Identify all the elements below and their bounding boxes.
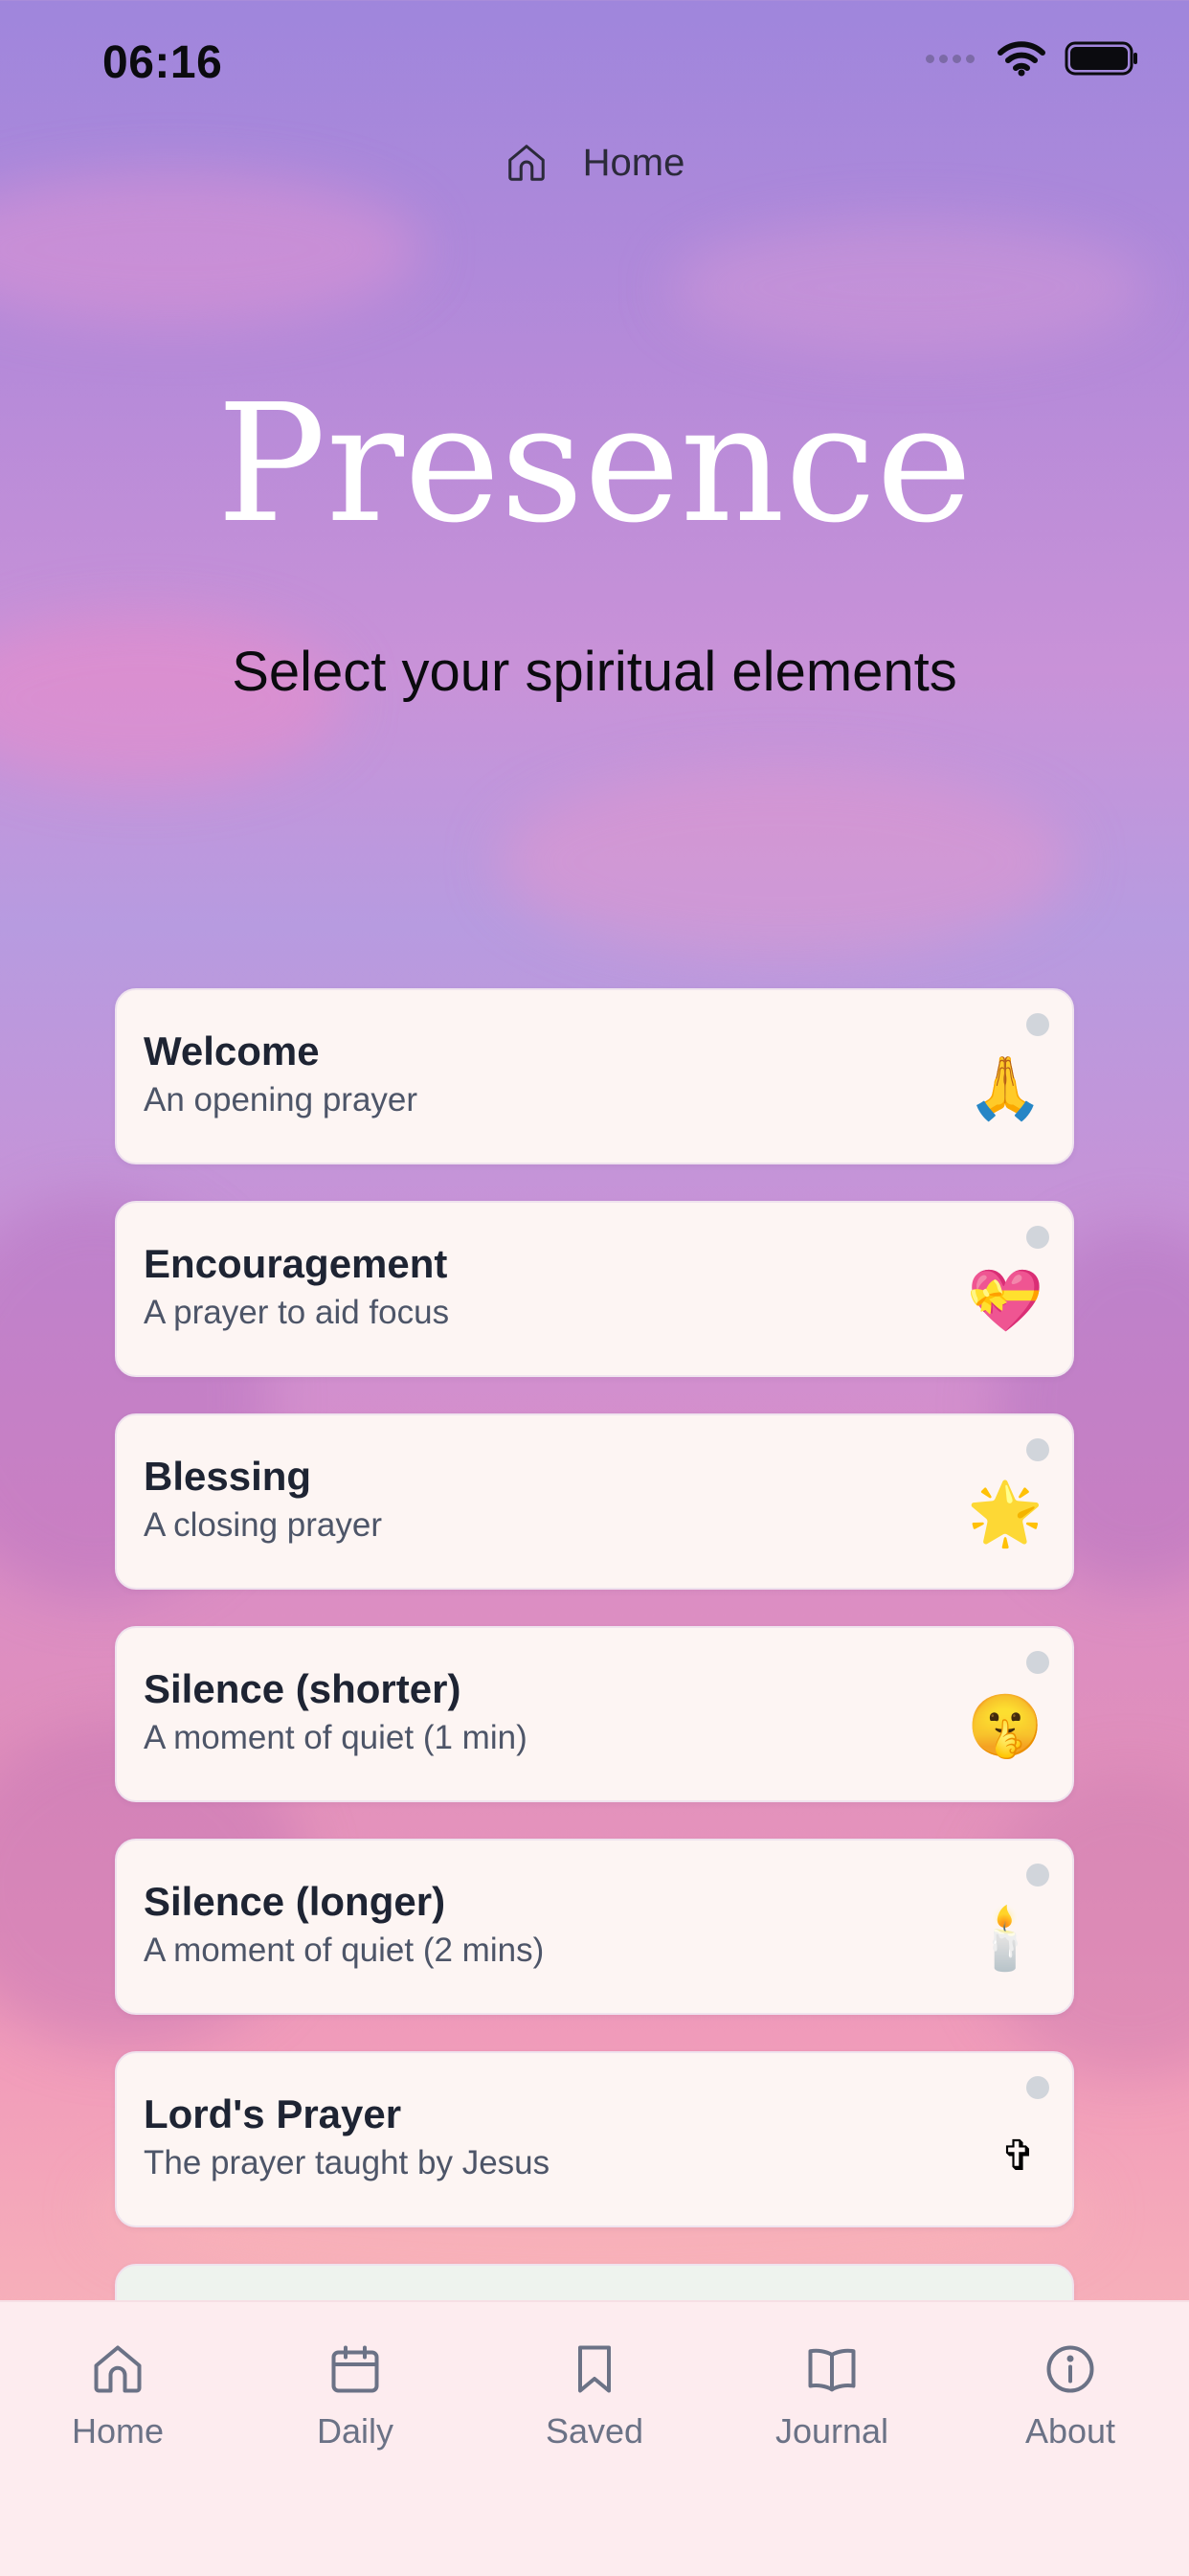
selection-indicator[interactable] xyxy=(1026,2076,1049,2099)
element-description: An opening prayer xyxy=(144,1081,418,1119)
tab-label: Saved xyxy=(545,2411,644,2451)
app-title: Presence xyxy=(216,370,973,559)
element-card-silence-shorter[interactable]: Silence (shorter) A moment of quiet (1 m… xyxy=(115,1626,1074,1802)
tab-about[interactable]: About xyxy=(975,2340,1166,2452)
top-nav-label: Home xyxy=(582,141,685,184)
element-card-blessing[interactable]: Blessing A closing prayer 🌟 xyxy=(115,1413,1074,1590)
selection-indicator[interactable] xyxy=(1026,1013,1049,1036)
element-description: A prayer to aid focus xyxy=(144,1294,450,1331)
book-icon xyxy=(808,2348,856,2392)
selection-indicator[interactable] xyxy=(1026,1438,1049,1461)
element-title: Silence (longer) xyxy=(144,1879,446,1924)
candle-icon: 🕯️ xyxy=(967,1904,1043,1973)
selection-indicator[interactable] xyxy=(1026,1651,1049,1674)
tab-label: Home xyxy=(71,2411,165,2451)
status-time: 06:16 xyxy=(102,37,223,88)
page-subtitle: Select your spiritual elements xyxy=(232,641,957,703)
shushing-face-icon: 🤫 xyxy=(967,1691,1043,1760)
element-description: A closing prayer xyxy=(144,1506,383,1544)
calendar-icon xyxy=(331,2345,379,2393)
home-icon xyxy=(507,145,545,181)
element-card-lords-prayer[interactable]: Lord's Prayer The prayer taught by Jesus… xyxy=(115,2051,1074,2227)
wifi-icon xyxy=(998,41,1045,77)
element-title: Encouragement xyxy=(144,1241,448,1286)
cross-icon: ✞ xyxy=(1000,2133,1036,2180)
top-nav-home-link[interactable]: Home xyxy=(0,132,1189,193)
battery-icon xyxy=(1065,41,1137,76)
status-icons xyxy=(926,40,1139,77)
element-card-welcome[interactable]: Welcome An opening prayer 🙏 xyxy=(115,988,1074,1164)
element-card-silence-longer[interactable]: Silence (longer) A moment of quiet (2 mi… xyxy=(115,1839,1074,2015)
selection-indicator[interactable] xyxy=(1026,1226,1049,1249)
praying-hands-icon: 🙏 xyxy=(967,1053,1043,1122)
element-title: Silence (shorter) xyxy=(144,1666,461,1711)
status-bar: 06:16 xyxy=(0,0,1189,124)
tab-journal[interactable]: Journal xyxy=(736,2340,928,2452)
element-description: The prayer taught by Jesus xyxy=(144,2144,550,2181)
heart-ribbon-icon: 💝 xyxy=(967,1266,1043,1335)
tab-label: Daily xyxy=(316,2411,393,2451)
selection-indicator[interactable] xyxy=(1026,1864,1049,1887)
element-title: Welcome xyxy=(144,1028,320,1073)
home-icon xyxy=(94,2345,142,2393)
tab-home[interactable]: Home xyxy=(22,2340,213,2452)
tab-daily[interactable]: Daily xyxy=(259,2340,451,2452)
bookmark-icon xyxy=(578,2345,611,2393)
tab-label: About xyxy=(1024,2411,1116,2451)
element-card-encouragement[interactable]: Encouragement A prayer to aid focus 💝 xyxy=(115,1201,1074,1377)
bottom-tab-bar: Home Daily Saved Journal About xyxy=(0,2300,1189,2576)
info-icon xyxy=(1046,2345,1094,2393)
element-description: A moment of quiet (2 mins) xyxy=(144,1932,545,1969)
tab-saved[interactable]: Saved xyxy=(499,2340,690,2452)
tab-label: Journal xyxy=(774,2411,889,2451)
glowing-star-icon: 🌟 xyxy=(967,1479,1043,1548)
element-title: Blessing xyxy=(144,1454,312,1499)
element-title: Lord's Prayer xyxy=(144,2091,402,2136)
cellular-signal-icon xyxy=(926,54,975,63)
element-list: Welcome An opening prayer 🙏 Encouragemen… xyxy=(115,988,1074,2476)
element-description: A moment of quiet (1 min) xyxy=(144,1719,527,1756)
